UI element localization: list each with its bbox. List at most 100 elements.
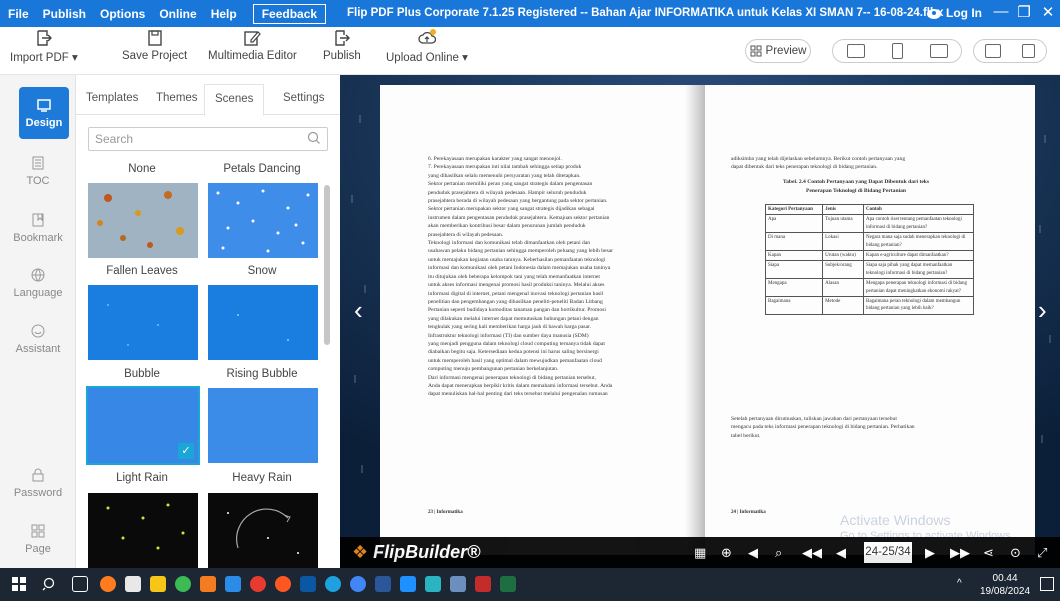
chrome-icon[interactable]	[175, 576, 191, 592]
menu-online[interactable]: Online	[159, 7, 196, 21]
multimedia-editor-button[interactable]: Multimedia Editor	[208, 29, 297, 62]
tab-settings[interactable]: Settings	[283, 92, 325, 104]
next-page-icon[interactable]: ›	[1038, 295, 1047, 326]
tab-templates[interactable]: Templates	[86, 92, 138, 104]
settings-icon[interactable]: ⊙	[1010, 545, 1021, 561]
search-book-icon[interactable]: ⌕	[775, 545, 782, 561]
device-switcher	[832, 39, 962, 63]
flipbuilder-task-icon[interactable]	[275, 576, 291, 592]
next-icon[interactable]: ▶	[925, 545, 935, 561]
task-view-icon[interactable]	[72, 576, 88, 592]
store-icon[interactable]	[125, 576, 141, 592]
table-cell: Metode	[822, 296, 864, 315]
nav-page[interactable]: Page	[0, 523, 76, 555]
prev-icon[interactable]: ◀	[836, 545, 846, 561]
search-input[interactable]: Search	[88, 127, 328, 151]
edge-icon[interactable]	[400, 576, 416, 592]
nav-design[interactable]: Design	[19, 87, 69, 139]
app-icon[interactable]	[225, 576, 241, 592]
right-page[interactable]: adiksimba yang telah dijelaskan sebelumn…	[705, 85, 1035, 555]
app3-icon[interactable]	[425, 576, 441, 592]
single-page-icon[interactable]	[1022, 44, 1036, 58]
left-page-line: Pertanian seperti budidaya komoditas tan…	[428, 307, 606, 314]
menu-help[interactable]: Help	[211, 7, 237, 21]
nav-password[interactable]: Password	[0, 467, 76, 499]
upload-online-button[interactable]: Upload Online ▾	[386, 29, 468, 64]
taskbar-search-icon[interactable]	[42, 576, 58, 592]
scene-thumb-none[interactable]	[88, 183, 198, 258]
vlc-icon[interactable]	[200, 576, 216, 592]
share-icon[interactable]: ⋖	[983, 545, 994, 561]
publish-button[interactable]: Publish	[323, 29, 361, 62]
left-page-line: untuk memajukan kegiatan usaha tanınya. …	[428, 256, 606, 263]
scene-thumb-light-rain[interactable]	[88, 493, 198, 568]
excel-icon[interactable]	[500, 576, 516, 592]
scene-thumb-petals[interactable]	[208, 183, 318, 258]
thumbnails-icon[interactable]: ▦	[694, 545, 706, 561]
explorer-icon[interactable]	[150, 576, 166, 592]
tablet-icon[interactable]	[929, 44, 948, 58]
scene-thumb-rising-bubble[interactable]	[208, 388, 318, 463]
nav-toc[interactable]: TOC	[0, 155, 76, 187]
search-icon[interactable]	[307, 131, 321, 145]
first-page-icon[interactable]: ◀◀	[802, 545, 822, 561]
scene-label-fallen-leaves: Fallen Leaves	[106, 265, 178, 277]
menu-options[interactable]: Options	[100, 7, 145, 21]
book-toolbar: ❖ FlipBuilder® ▦ ⊕ ◀ ⌕ ◀◀ ◀ 24-25/34 ▶ ▶…	[340, 537, 1060, 568]
save-project-button[interactable]: Save Project	[122, 29, 187, 62]
app5-icon[interactable]	[475, 576, 491, 592]
telegram-icon[interactable]	[325, 576, 341, 592]
chrome2-icon[interactable]	[350, 576, 366, 592]
menu-publish[interactable]: Publish	[43, 7, 86, 21]
close-icon[interactable]: ✕	[1035, 3, 1060, 21]
app4-icon[interactable]	[450, 576, 466, 592]
tray-chevron-icon[interactable]: ^	[957, 578, 962, 589]
nav-assistant-label: Assistant	[15, 343, 61, 355]
scene-label-none: None	[128, 163, 156, 175]
preview-button[interactable]: Preview	[745, 39, 811, 63]
feedback-button[interactable]: Feedback	[252, 3, 327, 24]
word-icon[interactable]	[375, 576, 391, 592]
nav-assistant[interactable]: Assistant	[0, 323, 76, 355]
scene-thumb-heavy-rain[interactable]	[208, 493, 318, 568]
left-page[interactable]: 6. Perekayasaan merupakan karakter yang …	[380, 85, 705, 555]
nav-toc-label: TOC	[26, 175, 50, 187]
firefox-icon[interactable]	[100, 576, 116, 592]
fullscreen-icon[interactable]: ⤢	[1037, 545, 1047, 561]
tab-themes[interactable]: Themes	[156, 92, 198, 104]
sound-icon[interactable]: ◀	[748, 545, 758, 561]
login-button[interactable]: Log In	[926, 6, 982, 20]
import-pdf-button[interactable]: Import PDF ▾	[10, 29, 78, 64]
windows-start-icon[interactable]	[12, 577, 26, 591]
system-clock[interactable]: 00.44 19/08/2024	[980, 572, 1030, 598]
panel-scrollbar[interactable]	[324, 185, 330, 345]
scene-thumb-fallen-leaves[interactable]	[88, 285, 198, 360]
phone-icon[interactable]	[891, 43, 903, 59]
preview-label: Preview	[765, 45, 807, 57]
scene-thumb-snow[interactable]	[208, 285, 318, 360]
photoshop-icon[interactable]	[300, 576, 316, 592]
last-page-icon[interactable]: ▶▶	[950, 545, 970, 561]
zoom-icon[interactable]: ⊕	[721, 545, 732, 561]
table-cell: Apa	[764, 214, 824, 234]
scene-label-rising-bubble: Rising Bubble	[226, 368, 298, 380]
desktop-icon[interactable]	[846, 44, 865, 58]
right-intro-line: adiksimba yang telah dijelaskan sebelumn…	[731, 156, 906, 162]
maximize-icon[interactable]: ❐	[1011, 3, 1037, 21]
scene-label-light-rain: Light Rain	[116, 472, 168, 484]
notification-icon[interactable]	[1040, 577, 1054, 591]
prev-page-icon[interactable]: ‹	[354, 295, 363, 326]
menu-file[interactable]: File	[8, 7, 29, 21]
search-placeholder: Search	[95, 132, 134, 146]
table-cell: Mengapa	[764, 278, 824, 298]
toc-icon	[32, 156, 44, 170]
scene-thumb-bubble[interactable]: ✓	[86, 386, 200, 465]
double-page-icon[interactable]	[984, 44, 1001, 58]
nav-bookmark[interactable]: Bookmark	[0, 212, 76, 244]
table-cell: Siapa	[764, 260, 824, 280]
app2-icon[interactable]	[250, 576, 266, 592]
tab-scenes[interactable]: Scenes	[204, 84, 265, 116]
page-indicator[interactable]: 24-25/34	[864, 542, 912, 563]
view-mode-switcher	[973, 39, 1047, 63]
nav-language[interactable]: Language	[0, 267, 76, 299]
